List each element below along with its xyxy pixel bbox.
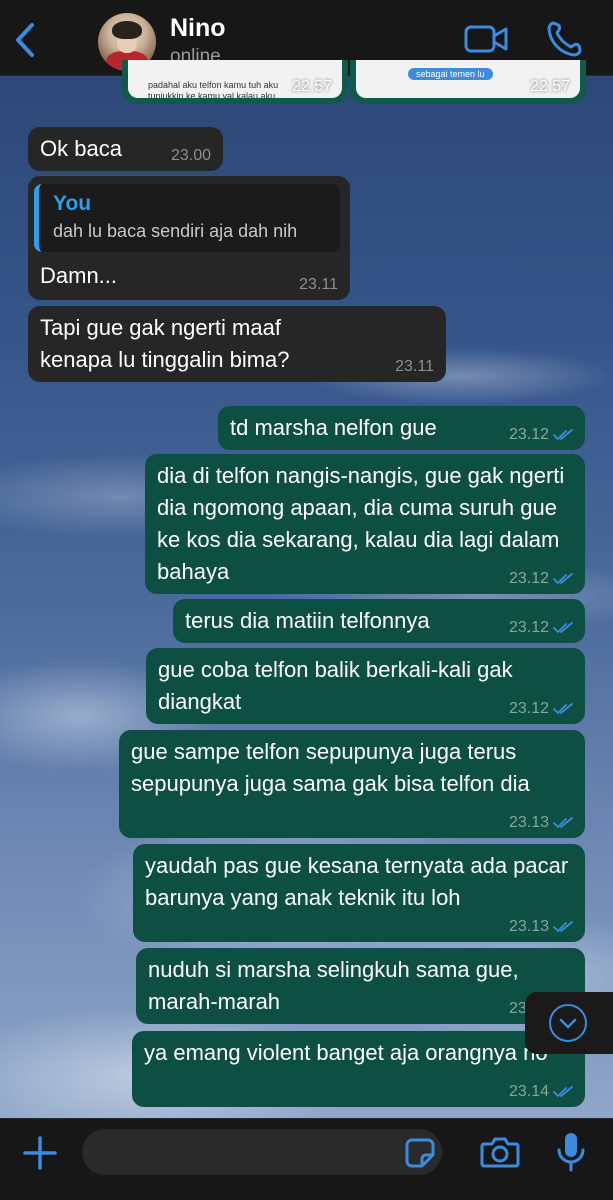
message-time: 23.12 xyxy=(508,700,549,717)
chevron-down-icon xyxy=(559,1018,577,1029)
message-text: terus dia matiin telfonnya xyxy=(185,608,430,633)
incoming-message[interactable]: Ok baca 23.00 xyxy=(28,127,223,171)
video-call-button[interactable] xyxy=(464,22,508,56)
message-time: 23.12 xyxy=(508,570,549,587)
image-thumbnail: sebagai temen lu 22.57 xyxy=(356,60,580,98)
voice-call-button[interactable] xyxy=(546,20,582,58)
message-time: 23.12 xyxy=(508,426,549,443)
contact-name[interactable]: Nino xyxy=(170,14,226,43)
double-check-icon xyxy=(553,703,573,714)
message-time: 23.11 xyxy=(299,276,338,293)
message-time: 22.57 xyxy=(292,78,332,96)
quoted-message[interactable]: You dah lu baca sendiri aja dah nih xyxy=(34,184,340,252)
image-thumbnail: padahal aku telfon kamu tuh aku tunjukki… xyxy=(128,60,342,98)
time-text: 22.57 xyxy=(529,78,570,95)
sticker-icon xyxy=(405,1138,435,1168)
video-camera-icon xyxy=(464,25,508,53)
microphone-icon xyxy=(557,1133,585,1172)
quoted-text: dah lu baca sendiri aja dah nih xyxy=(53,221,298,241)
message-meta: 23.00 xyxy=(171,147,211,165)
outgoing-message[interactable]: gue sampe telfon sepupunya juga terus se… xyxy=(119,730,585,838)
message-time: 23.00 xyxy=(170,147,211,164)
outgoing-message[interactable]: yaudah pas gue kesana ternyata ada pacar… xyxy=(133,844,585,942)
composer-bar xyxy=(0,1118,613,1200)
message-meta: 23.13 xyxy=(509,814,573,832)
message-meta: 23.12 xyxy=(509,700,573,718)
message-time: 22.57 xyxy=(530,78,570,96)
scroll-button-ring xyxy=(549,1004,587,1042)
message-text: ya emang violent banget aja orangnya no xyxy=(144,1040,548,1065)
camera-icon xyxy=(480,1137,520,1168)
message-time: 23.13 xyxy=(508,814,549,831)
phone-icon xyxy=(547,21,582,57)
incoming-reply-message[interactable]: You dah lu baca sendiri aja dah nih Damn… xyxy=(28,176,350,300)
message-meta: 23.12 xyxy=(509,426,573,444)
sticker-button[interactable] xyxy=(404,1137,436,1169)
outgoing-message[interactable]: nuduh si marsha selingkuh sama gue, mara… xyxy=(136,948,585,1024)
scroll-to-bottom-button[interactable] xyxy=(525,992,613,1054)
quoted-sender: You xyxy=(53,192,92,215)
message-text: Damn... xyxy=(40,263,118,288)
plus-icon xyxy=(23,1136,57,1170)
double-check-icon xyxy=(553,817,573,828)
camera-button[interactable] xyxy=(480,1135,520,1169)
message-meta: 23.14 xyxy=(509,1083,573,1101)
double-check-icon xyxy=(553,573,573,584)
preview-text: sebagai temen lu xyxy=(408,68,493,80)
incoming-message[interactable]: Tapi gue gak ngerti maaf kenapa lu tingg… xyxy=(28,306,446,382)
outgoing-message[interactable]: gue coba telfon balik berkali-kali gak d… xyxy=(146,648,585,724)
message-text: dia di telfon nangis-nangis, gue gak nge… xyxy=(157,463,565,584)
message-time: 23.13 xyxy=(508,918,549,935)
message-text: yaudah pas gue kesana ternyata ada pacar… xyxy=(145,853,569,910)
double-check-icon xyxy=(553,1086,573,1097)
message-time: 23.11 xyxy=(395,358,434,375)
message-meta: 23.12 xyxy=(509,570,573,588)
chevron-left-icon xyxy=(16,23,34,57)
message-text: Tapi gue gak ngerti maaf kenapa lu tingg… xyxy=(40,315,290,372)
outgoing-message[interactable]: dia di telfon nangis-nangis, gue gak nge… xyxy=(145,454,585,594)
image-message-preview[interactable]: sebagai temen lu 22.57 xyxy=(350,60,586,104)
message-input[interactable] xyxy=(82,1129,442,1175)
message-meta: 23.11 xyxy=(299,276,338,294)
double-check-icon xyxy=(553,622,573,633)
time-text: 22.57 xyxy=(291,78,332,95)
message-text: gue sampe telfon sepupunya juga terus se… xyxy=(131,739,530,796)
avatar-hair xyxy=(112,21,142,39)
outgoing-message[interactable]: ya emang violent banget aja orangnya no … xyxy=(132,1031,585,1107)
preview-text: padahal aku telfon kamu tuh aku tunjukki… xyxy=(148,80,279,98)
outgoing-message[interactable]: td marsha nelfon gue 23.12 xyxy=(218,406,585,450)
message-time: 23.14 xyxy=(508,1083,549,1100)
image-message-preview[interactable]: padahal aku telfon kamu tuh aku tunjukki… xyxy=(122,60,348,104)
back-button[interactable] xyxy=(10,20,40,60)
message-meta: 23.12 xyxy=(509,619,573,637)
attach-button[interactable] xyxy=(20,1133,60,1173)
outgoing-message[interactable]: terus dia matiin telfonnya 23.12 xyxy=(173,599,585,643)
message-time: 23.12 xyxy=(508,619,549,636)
message-meta: 23.11 xyxy=(395,358,434,376)
double-check-icon xyxy=(553,921,573,932)
message-meta: 23.13 xyxy=(509,918,573,936)
double-check-icon xyxy=(553,429,573,440)
microphone-button[interactable] xyxy=(556,1131,586,1173)
